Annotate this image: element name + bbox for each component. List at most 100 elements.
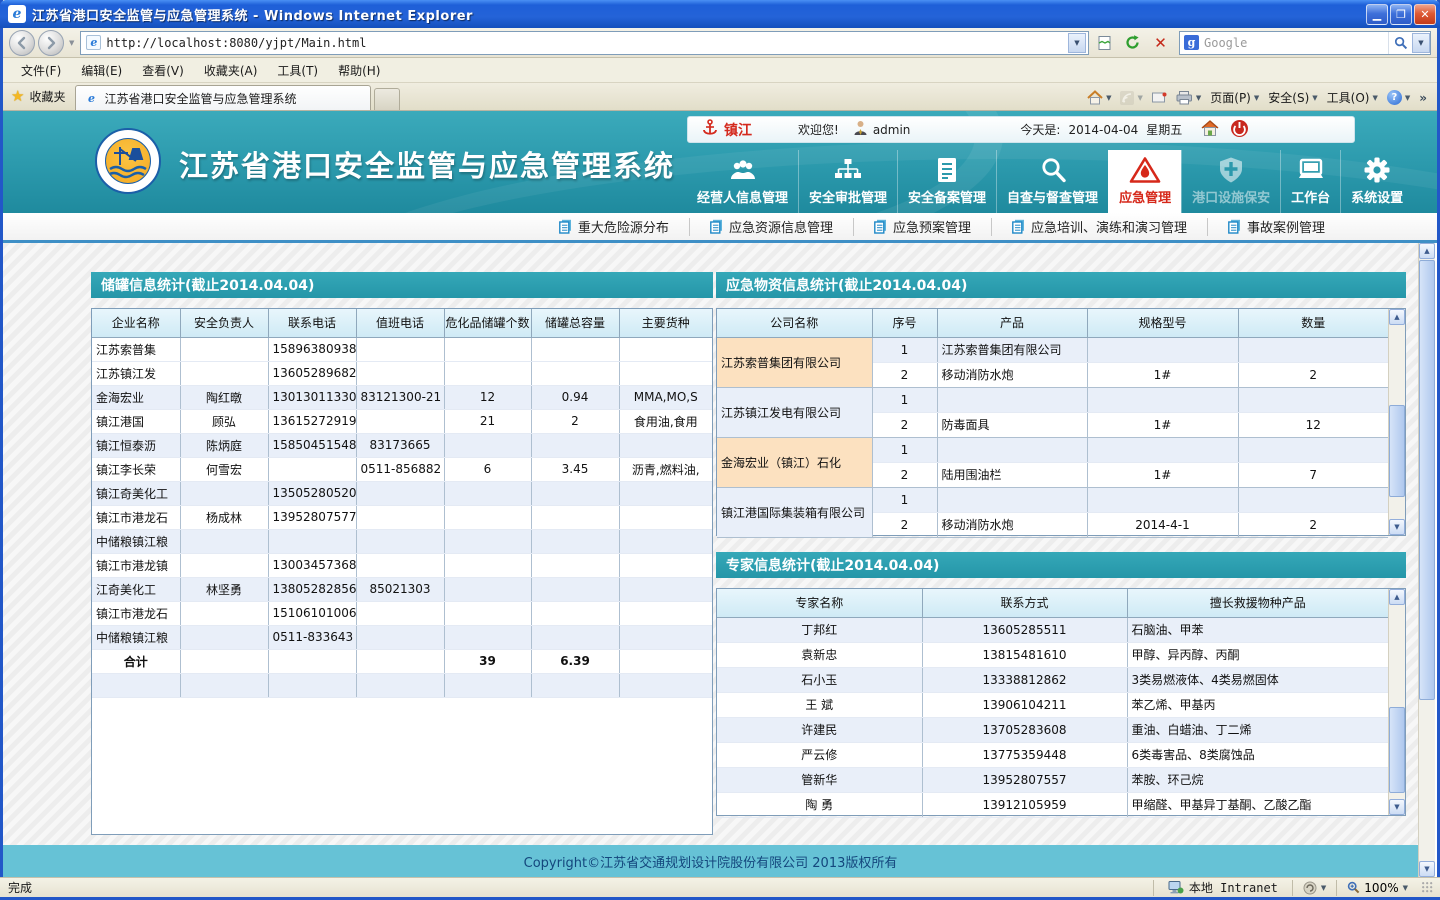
- menu-item-0[interactable]: 文件(F): [11, 59, 71, 82]
- print-button[interactable]: ▼: [1176, 91, 1201, 105]
- table-row[interactable]: 江苏索普集团有限公司1江苏索普集团有限公司: [717, 337, 1388, 362]
- tools-menu-button[interactable]: 工具(O)▼: [1327, 89, 1378, 106]
- history-dropdown[interactable]: ▼: [69, 39, 74, 47]
- cell: 1: [872, 487, 937, 512]
- nav-item-people[interactable]: 经营人信息管理: [687, 150, 798, 213]
- menu-item-3[interactable]: 收藏夹(A): [194, 59, 268, 82]
- compatibility-view-button[interactable]: [1092, 31, 1117, 55]
- scroll-thumb[interactable]: [1419, 260, 1435, 700]
- submenu-item-4[interactable]: 事故案例管理: [1207, 218, 1345, 236]
- url-field[interactable]: e http://localhost:8080/yjpt/Main.html ▼: [80, 31, 1089, 55]
- submenu-item-3[interactable]: 应急培训、演练和演习管理: [991, 218, 1207, 236]
- table-row[interactable]: 镇江港国际集装箱有限公司1: [717, 487, 1388, 512]
- nav-item-warning[interactable]: 应急管理: [1108, 150, 1181, 213]
- table-row[interactable]: 中储粮镇江粮0511-833643: [92, 625, 712, 649]
- table-row[interactable]: 镇江市港龙镇13003457368: [92, 553, 712, 577]
- table-row[interactable]: 江苏索普集15896380938: [92, 337, 712, 361]
- scroll-up-button[interactable]: ▲: [1419, 243, 1435, 259]
- feeds-button[interactable]: ▼: [1120, 91, 1142, 105]
- resize-grip[interactable]: [1422, 882, 1434, 894]
- read-mail-button[interactable]: [1152, 92, 1167, 104]
- table-row[interactable]: 中储粮镇江粮: [92, 529, 712, 553]
- table-row[interactable]: 丁邦红13605285511石脑油、甲苯: [717, 617, 1388, 642]
- cell: [1087, 487, 1238, 512]
- warning-icon: [1129, 154, 1161, 185]
- home-button[interactable]: ▼: [1087, 90, 1111, 105]
- scroll-down-button[interactable]: ▼: [1389, 519, 1405, 535]
- table-row[interactable]: 江苏镇江发电有限公司1: [717, 387, 1388, 412]
- table-row[interactable]: 金海宏业陶红暾1301301133083121300-21120.94MMA,M…: [92, 385, 712, 409]
- maximize-button[interactable]: ❐: [1390, 4, 1412, 25]
- table-row[interactable]: 镇江李长荣何雪宏0511-85688263.45沥青,燃料油,: [92, 457, 712, 481]
- stop-button[interactable]: ✕: [1148, 31, 1173, 55]
- logout-button[interactable]: [1230, 119, 1249, 141]
- cell: [1087, 437, 1238, 462]
- table-row[interactable]: 管新华13952807557苯胺、环己烷: [717, 767, 1388, 792]
- cell: [531, 505, 619, 529]
- experts-scrollbar[interactable]: ▲ ▼: [1388, 589, 1405, 815]
- menu-item-1[interactable]: 编辑(E): [71, 59, 132, 82]
- tab-active[interactable]: e 江苏省港口安全监管与应急管理系统: [75, 85, 371, 110]
- submenu-item-0[interactable]: 重大危险源分布: [539, 218, 689, 236]
- shield-icon: [1218, 154, 1244, 185]
- table-row[interactable]: 江奇美化工林坚勇1380528285685021303: [92, 577, 712, 601]
- table-row[interactable]: 镇江市港龙石杨成林13952807577: [92, 505, 712, 529]
- nav-item-document[interactable]: 安全备案管理: [897, 150, 996, 213]
- help-button[interactable]: ?▼: [1387, 90, 1410, 105]
- nav-item-magnifier[interactable]: 自查与督查管理: [996, 150, 1108, 213]
- supplies-scrollbar[interactable]: ▲ ▼: [1388, 309, 1405, 535]
- nav-item-workbench[interactable]: 工作台: [1280, 150, 1340, 213]
- table-row[interactable]: 石小玉133388128623类易燃液体、4类易燃固体: [717, 667, 1388, 692]
- cell: [531, 601, 619, 625]
- page-menu-button[interactable]: 页面(P)▼: [1210, 89, 1259, 106]
- search-dropdown-button[interactable]: ▼: [1412, 33, 1430, 53]
- scroll-up-button[interactable]: ▲: [1389, 589, 1405, 605]
- table-row[interactable]: 合计396.39: [92, 649, 712, 673]
- zoom-control[interactable]: 100% ▼: [1336, 880, 1418, 896]
- menu-item-2[interactable]: 查看(V): [132, 59, 194, 82]
- nav-item-shield[interactable]: 港口设施保安: [1181, 150, 1280, 213]
- table-row[interactable]: 镇江恒泰沥陈炳庭1585045154883173665: [92, 433, 712, 457]
- table-row[interactable]: 许建民13705283608重油、白蜡油、丁二烯: [717, 717, 1388, 742]
- favorites-button[interactable]: ★ 收藏夹: [3, 87, 75, 110]
- minimize-button[interactable]: ▁: [1366, 4, 1388, 25]
- table-row[interactable]: 金海宏业（镇江）石化1: [717, 437, 1388, 462]
- search-box[interactable]: g Google ▼: [1179, 31, 1431, 55]
- submenu-item-1[interactable]: 应急资源信息管理: [689, 218, 853, 236]
- nav-item-gear[interactable]: 系统设置: [1340, 150, 1413, 213]
- scroll-thumb[interactable]: [1389, 405, 1405, 497]
- table-row[interactable]: 镇江奇美化工13505280520: [92, 481, 712, 505]
- back-button[interactable]: [9, 30, 35, 56]
- scroll-down-button[interactable]: ▼: [1419, 861, 1435, 877]
- scroll-down-button[interactable]: ▼: [1389, 799, 1405, 815]
- people-icon: [728, 154, 758, 185]
- nav-item-sitemap[interactable]: 安全审批管理: [798, 150, 897, 213]
- menu-item-4[interactable]: 工具(T): [267, 59, 328, 82]
- scroll-thumb[interactable]: [1389, 707, 1405, 793]
- forward-button[interactable]: [38, 30, 64, 56]
- cell: [1238, 487, 1388, 512]
- table-row[interactable]: 袁新忠13815481610甲醇、异丙醇、丙酮: [717, 642, 1388, 667]
- safety-menu-button[interactable]: 安全(S)▼: [1268, 89, 1317, 106]
- search-button[interactable]: [1388, 32, 1412, 54]
- home-shortcut-button[interactable]: [1200, 119, 1220, 140]
- menu-item-5[interactable]: 帮助(H): [328, 59, 390, 82]
- overflow-chevron[interactable]: »: [1419, 91, 1427, 105]
- table-row[interactable]: 陶 勇13912105959甲缩醛、甲基异丁基酮、乙酸乙酯: [717, 792, 1388, 817]
- refresh-button[interactable]: [1120, 31, 1145, 55]
- table-row[interactable]: 严云修137753594486类毒害品、8类腐蚀品: [717, 742, 1388, 767]
- url-dropdown-button[interactable]: ▼: [1068, 33, 1086, 53]
- table-row[interactable]: 镇江市港龙石15106101006: [92, 601, 712, 625]
- table-row[interactable]: 王 斌13906104211苯乙烯、甲基丙: [717, 692, 1388, 717]
- protected-mode-button[interactable]: ▼: [1292, 880, 1336, 896]
- close-button[interactable]: ✕: [1414, 4, 1436, 25]
- column-header: 储罐总容量: [531, 309, 619, 337]
- cell: [356, 337, 444, 361]
- submenu-item-2[interactable]: 应急预案管理: [853, 218, 991, 236]
- table-row[interactable]: 江苏镇江发13605289682: [92, 361, 712, 385]
- scroll-up-button[interactable]: ▲: [1389, 309, 1405, 325]
- cell: [1238, 337, 1388, 362]
- new-tab-button[interactable]: [374, 88, 400, 110]
- page-scrollbar[interactable]: ▲ ▼: [1418, 243, 1435, 877]
- table-row[interactable]: 镇江港国顾弘13615272919212食用油,食用: [92, 409, 712, 433]
